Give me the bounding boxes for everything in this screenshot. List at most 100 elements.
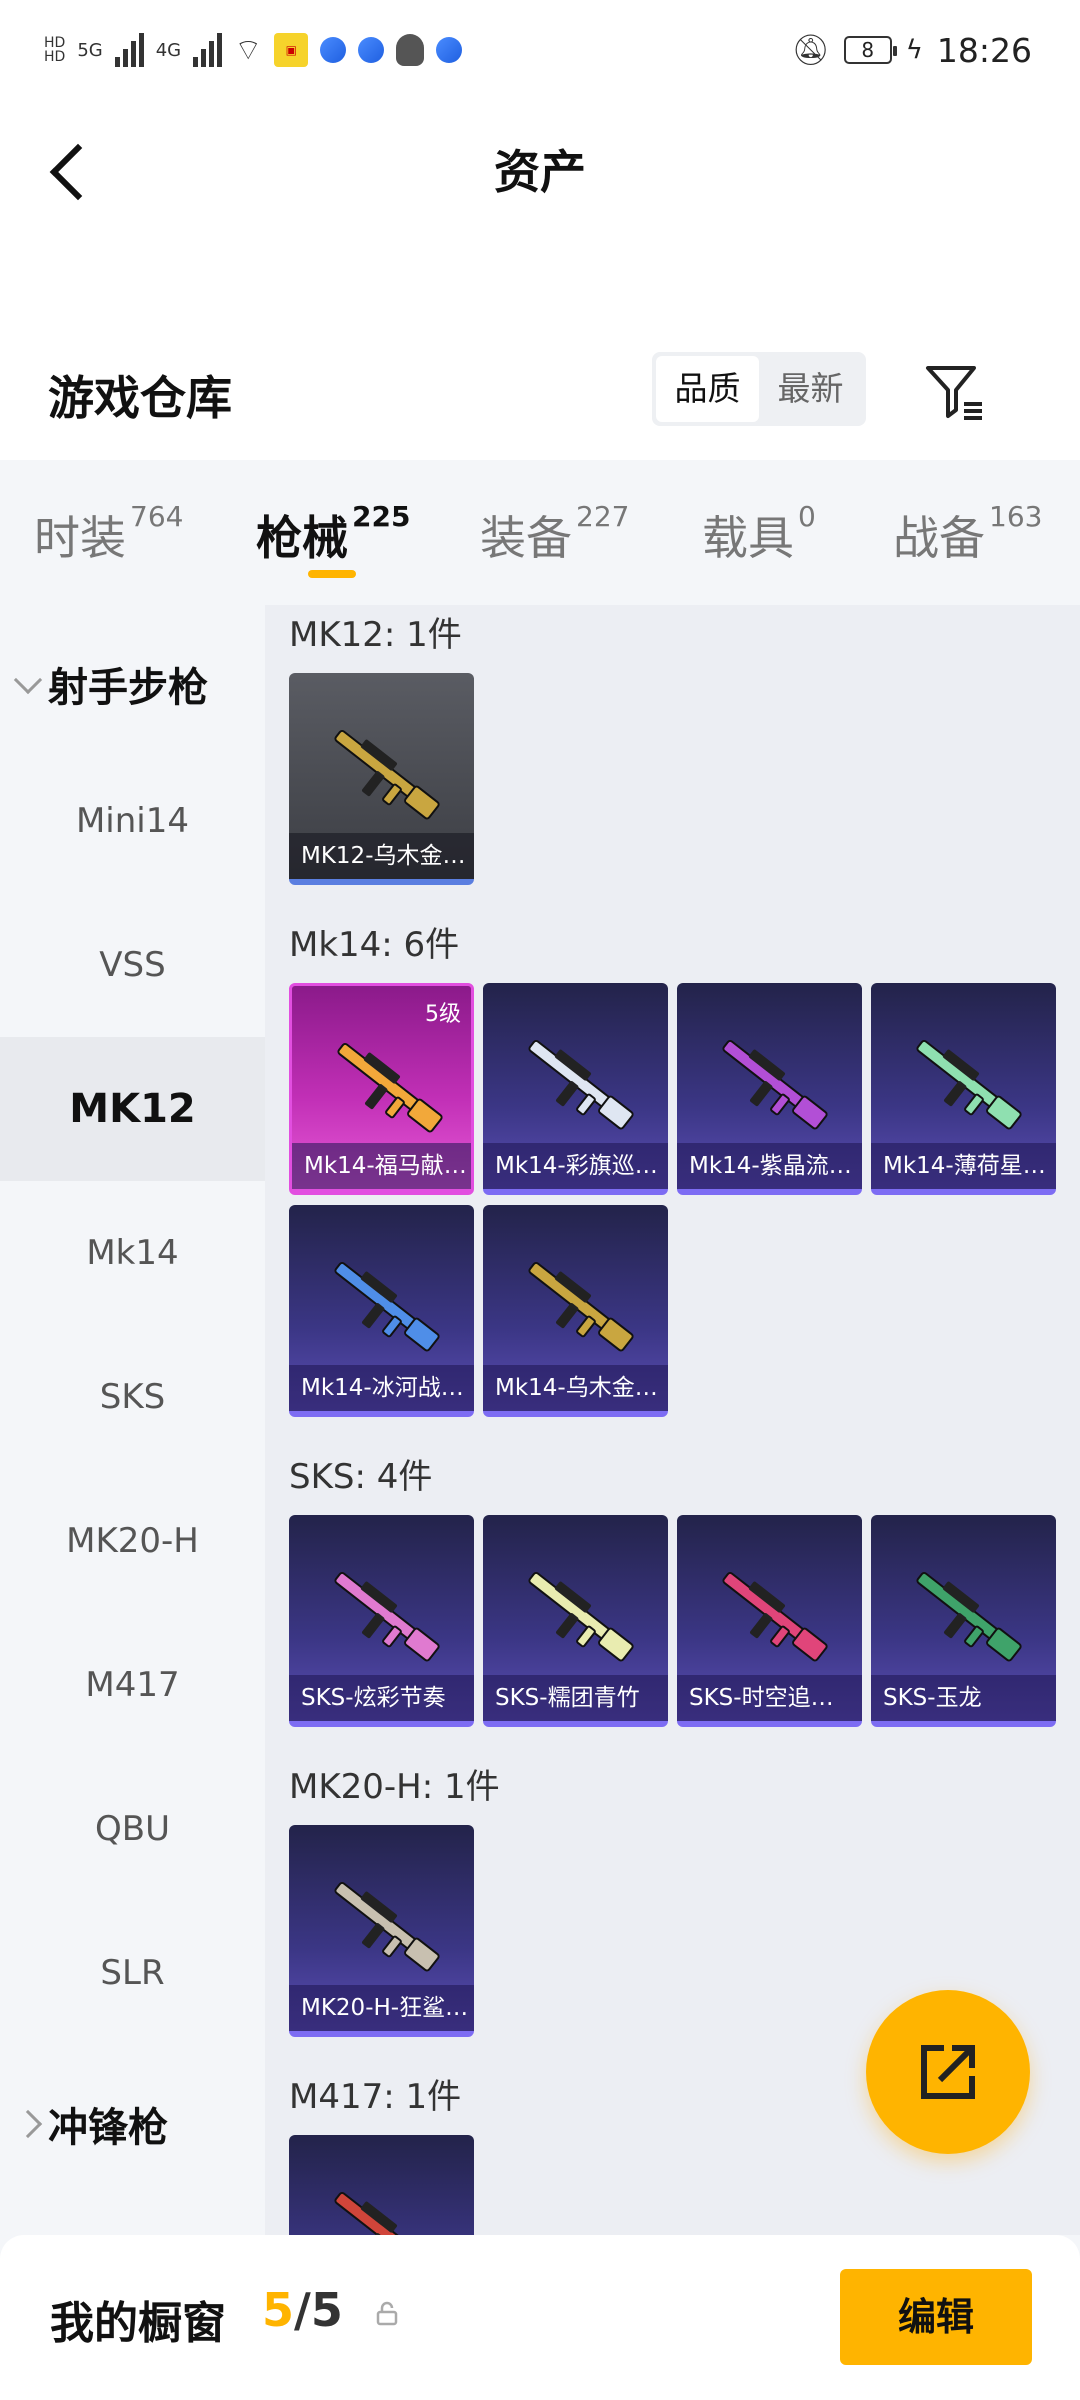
weapon-skin-name: SKS-时空追… xyxy=(677,1675,862,1721)
sort-latest-option[interactable]: 最新 xyxy=(759,356,862,422)
rifle-icon xyxy=(334,1881,440,1972)
sidebar-item-vss[interactable]: VSS xyxy=(0,893,265,1037)
share-button[interactable] xyxy=(866,1990,1030,2154)
charging-icon: ϟ xyxy=(905,35,923,65)
tab-equipment[interactable]: 装备 227 xyxy=(480,499,630,568)
sidebar-group-label: 冲锋枪 xyxy=(48,2105,168,2151)
sidebar-item-mk20h[interactable]: MK20-H xyxy=(0,1469,265,1613)
tab-count: 227 xyxy=(576,499,630,533)
weapon-skin-name: SKS-炫彩节奏 xyxy=(289,1675,474,1721)
sidebar-item-m417[interactable]: M417 xyxy=(0,1613,265,1757)
weapon-sidebar: 射手步枪 Mini14 VSS MK12 Mk14 SKS MK20-H M41… xyxy=(0,605,265,2235)
weapon-skin-name: Mk14-福马献… xyxy=(292,1143,471,1189)
signal-icon xyxy=(114,33,144,67)
weapon-skin-name: MK12-乌木金… xyxy=(289,833,474,879)
weapon-skin-name: Mk14-彩旗巡… xyxy=(483,1143,668,1189)
sidebar-item-mk12[interactable]: MK12 xyxy=(0,1037,265,1181)
weapon-skin-card[interactable]: MK20-H-狂鲨… xyxy=(289,1825,474,2037)
sidebar-item-sks[interactable]: SKS xyxy=(0,1325,265,1469)
rifle-icon xyxy=(722,1571,828,1662)
group-label: M417: 1件 xyxy=(289,2077,462,2117)
weapon-skin-card[interactable]: Mk14-乌木金… xyxy=(483,1205,668,1417)
sidebar-item-qbu[interactable]: QBU xyxy=(0,1757,265,1901)
rifle-icon xyxy=(528,1571,634,1662)
tab-guns[interactable]: 枪械 225 xyxy=(256,499,411,568)
weapon-skin-name: Mk14-紫晶流… xyxy=(677,1143,862,1189)
app-notification-icon-3 xyxy=(358,37,385,63)
category-tabs: 时装 764 枪械 225 装备 227 载具 0 战备 163 xyxy=(0,460,1080,605)
group-label: SKS: 4件 xyxy=(289,1457,433,1497)
app-notification-icon-4 xyxy=(436,37,463,63)
sidebar-group-label: 射手步枪 xyxy=(48,665,208,711)
tab-count: 0 xyxy=(798,499,816,533)
battery-icon: 8 xyxy=(843,36,897,64)
weapon-skin-card[interactable]: Mk14-紫晶流… xyxy=(677,983,862,1195)
weapon-skin-card[interactable]: Mk14-冰河战… xyxy=(289,1205,474,1417)
network-5g-label: 5G xyxy=(77,39,103,61)
weapon-skin-card[interactable] xyxy=(289,2135,474,2235)
sidebar-item-mini14[interactable]: Mini14 xyxy=(0,749,265,893)
weapon-skin-name: MK20-H-狂鲨… xyxy=(289,1985,474,2031)
showcase-count: 5/5 xyxy=(262,2283,343,2337)
weapon-skin-card[interactable]: Mk14-彩旗巡… xyxy=(483,983,668,1195)
tab-fashion[interactable]: 时装 764 xyxy=(34,499,184,568)
tab-supplies[interactable]: 战备 163 xyxy=(893,499,1043,568)
weapon-skin-name: SKS-糯团青竹 xyxy=(483,1675,668,1721)
lock-icon xyxy=(376,2301,398,2326)
weapon-skin-name: Mk14-薄荷星… xyxy=(871,1143,1056,1189)
group-label: MK12: 1件 xyxy=(289,615,462,655)
sort-toggle: 品质 最新 xyxy=(652,352,866,426)
weapon-skin-name: Mk14-冰河战… xyxy=(289,1365,474,1411)
page-title: 资产 xyxy=(494,145,586,199)
edit-button[interactable]: 编辑 xyxy=(840,2269,1032,2365)
network-4g-label: 4G xyxy=(155,39,182,61)
weapon-skin-card[interactable]: SKS-时空追… xyxy=(677,1515,862,1727)
showcase-total: /5 xyxy=(294,2283,343,2337)
tab-count: 163 xyxy=(989,499,1043,533)
tab-count: 764 xyxy=(130,499,184,533)
repo-title: 游戏仓库 xyxy=(48,371,232,425)
status-right: 🔕︎ 8 ϟ 18:26 xyxy=(792,22,1032,78)
group-label: Mk14: 6件 xyxy=(289,925,460,965)
rifle-icon xyxy=(337,1042,443,1133)
weapon-skin-card[interactable]: SKS-炫彩节奏 xyxy=(289,1515,474,1727)
hd-icon: HD HD xyxy=(44,35,66,65)
signal-icon-2 xyxy=(193,33,223,67)
clock: 18:26 xyxy=(936,30,1032,70)
filter-icon[interactable] xyxy=(922,358,986,422)
showcase-current: 5 xyxy=(262,2283,295,2337)
tab-vehicles[interactable]: 载具 0 xyxy=(702,499,816,568)
sidebar-group-marksman[interactable]: 射手步枪 xyxy=(13,655,208,713)
share-icon xyxy=(921,2045,975,2099)
tab-label: 枪械 xyxy=(256,511,348,565)
tab-label: 时装 xyxy=(34,511,126,565)
weapon-skin-card[interactable]: 5级 Mk14-福马献… xyxy=(289,983,474,1195)
rifle-icon xyxy=(916,1039,1022,1130)
rifle-icon xyxy=(528,1261,634,1352)
tab-count: 225 xyxy=(352,499,411,533)
weapon-skin-card[interactable]: SKS-糯团青竹 xyxy=(483,1515,668,1727)
weapon-skin-card[interactable]: Mk14-薄荷星… xyxy=(871,983,1056,1195)
sort-quality-option[interactable]: 品质 xyxy=(656,356,759,422)
tab-label: 战备 xyxy=(893,511,985,565)
group-label: MK20-H: 1件 xyxy=(289,1767,500,1807)
rifle-icon xyxy=(722,1039,828,1130)
tab-label: 载具 xyxy=(702,511,794,565)
rifle-icon xyxy=(334,1571,440,1662)
app-notification-icon: ▣ xyxy=(274,33,309,67)
sidebar-item-slr[interactable]: SLR xyxy=(0,1901,265,2045)
rifle-icon xyxy=(528,1039,634,1130)
sidebar-group-smg[interactable]: 冲锋枪 xyxy=(13,2095,168,2153)
weapon-skin-card[interactable]: MK12-乌木金… xyxy=(289,673,474,885)
repo-header: 游戏仓库 品质 最新 xyxy=(0,340,1080,460)
level-badge: 5级 xyxy=(425,1002,461,1027)
chevron-down-icon xyxy=(13,665,43,695)
top-header: 资产 xyxy=(0,100,1080,340)
status-left: HD HD 5G 4G ⌔ ▣ xyxy=(44,22,463,78)
showcase-title: 我的橱窗 xyxy=(50,2298,226,2349)
chevron-right-icon xyxy=(13,2109,43,2139)
rifle-icon xyxy=(334,729,440,820)
weapon-skin-card[interactable]: SKS-玉龙 xyxy=(871,1515,1056,1727)
sidebar-item-mk14[interactable]: Mk14 xyxy=(0,1181,265,1325)
tab-label: 装备 xyxy=(480,511,572,565)
